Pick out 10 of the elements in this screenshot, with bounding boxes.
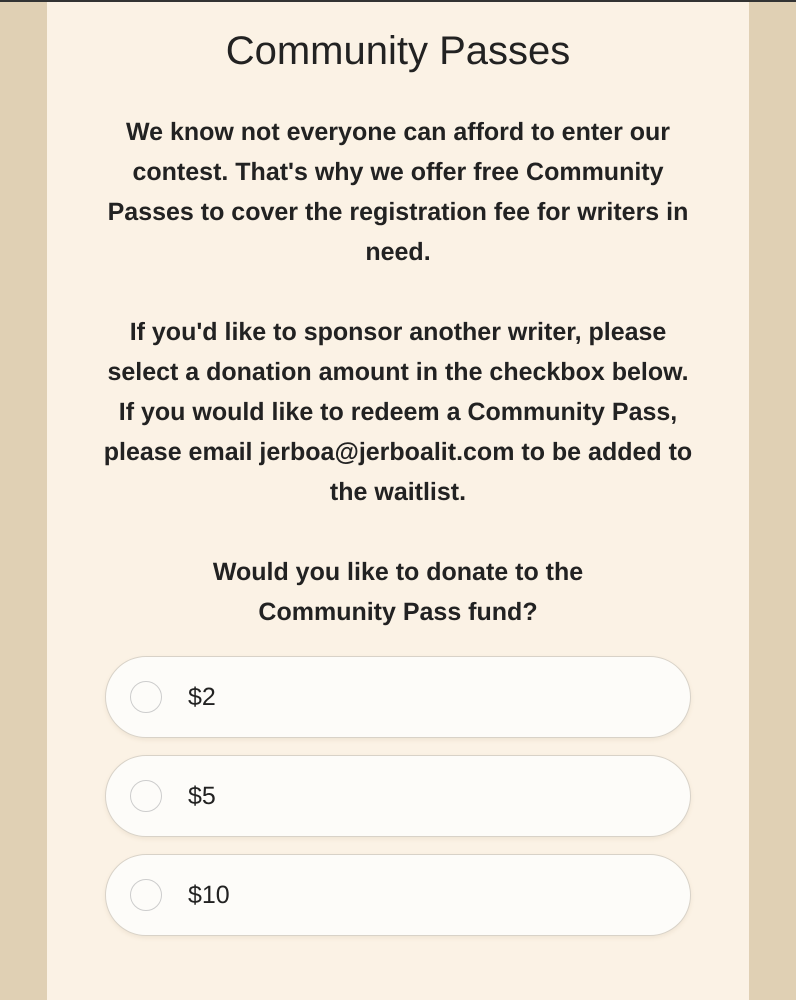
donation-question: Would you like to donate to the Community Pass fund? [212,557,584,628]
radio-icon [130,780,162,812]
radio-icon [130,681,162,713]
info-paragraph: We know not everyone can afford to enter our contest. That's why we offer free Community Passes to cover the registration fee for writers in need. [106,117,690,268]
info-paragraph: If you'd like to sponsor another writer, please select a donation amount in the checkbox below. If you would like to redeem a Community Pass, please email jerboa@jerboalit.com to be added to the waitlist. [102,317,694,508]
donation-option[interactable]: $10 [105,854,691,936]
donation-option[interactable]: $2 [105,656,691,738]
page-title: Community Passes [226,28,570,75]
donation-option[interactable]: $5 [105,755,691,837]
radio-icon [130,879,162,911]
